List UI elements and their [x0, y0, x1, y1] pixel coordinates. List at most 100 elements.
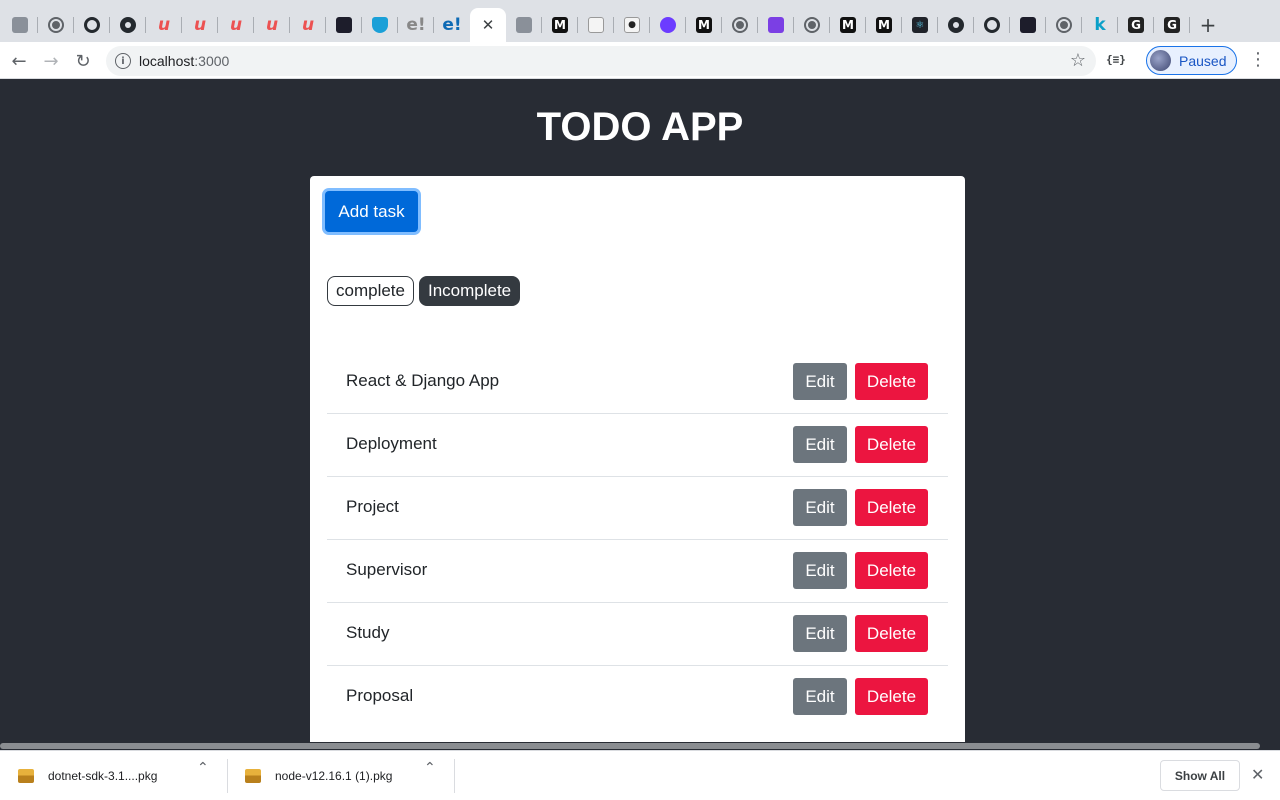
browser-tab[interactable]: u — [182, 8, 218, 42]
back-arrow-icon[interactable]: ← — [7, 49, 31, 73]
delete-button[interactable]: Delete — [855, 363, 928, 400]
filter-complete-button[interactable]: complete — [327, 276, 414, 306]
horizontal-scrollbar[interactable] — [0, 742, 1280, 750]
browser-tab[interactable] — [362, 8, 398, 42]
edit-button[interactable]: Edit — [793, 489, 847, 526]
download-item[interactable]: node-v12.16.1 (1).pkg — [245, 759, 392, 793]
edit-button[interactable]: Edit — [793, 552, 847, 589]
browser-tab[interactable] — [74, 8, 110, 42]
browser-tab[interactable] — [1046, 8, 1082, 42]
github-icon — [948, 17, 964, 33]
url-host: localhost — [139, 53, 195, 69]
profile-button[interactable]: Paused — [1146, 46, 1237, 75]
browser-tab[interactable] — [1010, 8, 1046, 42]
browser-tab[interactable]: k — [1082, 8, 1118, 42]
browser-tab[interactable] — [506, 8, 542, 42]
package-icon — [245, 769, 261, 783]
chevron-up-icon[interactable]: ⌃ — [424, 760, 436, 776]
browser-tab[interactable] — [110, 8, 146, 42]
delete-button[interactable]: Delete — [855, 489, 928, 526]
task-title: Project — [346, 497, 399, 516]
browser-tab[interactable]: u — [218, 8, 254, 42]
browser-tab[interactable]: M — [866, 8, 902, 42]
add-task-button[interactable]: Add task — [325, 191, 418, 232]
browser-tab[interactable]: M — [542, 8, 578, 42]
url-text[interactable]: localhost:3000 — [139, 53, 229, 69]
notebook-icon — [588, 17, 604, 33]
reload-icon[interactable]: ↻ — [71, 49, 95, 73]
scrollbar-thumb[interactable] — [0, 743, 1260, 749]
chevron-up-icon[interactable]: ⌃ — [197, 760, 209, 776]
download-filename: dotnet-sdk-3.1....pkg — [48, 769, 158, 783]
udemy-icon: u — [157, 15, 171, 35]
e-logo-icon: e! — [442, 15, 462, 35]
avatar — [1150, 50, 1171, 71]
task-row: Proposal Edit Delete — [327, 666, 948, 729]
task-title: Proposal — [346, 686, 414, 705]
browser-tab[interactable] — [650, 8, 686, 42]
image-icon — [516, 17, 532, 33]
browser-tab[interactable]: u — [146, 8, 182, 42]
task-row: Study Edit Delete — [327, 603, 948, 666]
browser-tab[interactable] — [974, 8, 1010, 42]
delete-button[interactable]: Delete — [855, 678, 928, 715]
show-all-button[interactable]: Show All — [1160, 760, 1240, 791]
browser-tab[interactable]: ✕ — [470, 8, 506, 42]
browser-tab[interactable] — [38, 8, 74, 42]
download-item[interactable]: dotnet-sdk-3.1....pkg — [18, 759, 157, 793]
edit-button[interactable]: Edit — [793, 615, 847, 652]
browser-tab[interactable] — [794, 8, 830, 42]
browser-tab[interactable]: e! — [398, 8, 434, 42]
browser-tab[interactable] — [938, 8, 974, 42]
site-info-icon[interactable]: i — [115, 53, 131, 69]
browser-tab[interactable]: u — [290, 8, 326, 42]
new-tab-icon[interactable]: + — [1200, 13, 1217, 37]
browser-tab[interactable] — [722, 8, 758, 42]
filter-incomplete-button[interactable]: Incomplete — [418, 276, 521, 306]
browser-tab[interactable]: M — [830, 8, 866, 42]
edit-button[interactable]: Edit — [793, 678, 847, 715]
dot-icon: ● — [624, 17, 640, 33]
task-title: Study — [346, 623, 390, 642]
profile-shield-icon — [12, 17, 28, 33]
browser-tab[interactable]: ⚛ — [902, 8, 938, 42]
task-list: React & Django App Edit Delete Deployment Ed… — [327, 351, 948, 729]
browser-tab[interactable]: e! — [434, 8, 470, 42]
browser-tab[interactable]: u — [254, 8, 290, 42]
new-tab-button[interactable]: + — [1190, 8, 1226, 42]
json-extension-icon[interactable]: {≡} — [1106, 53, 1126, 66]
browser-tab[interactable]: M — [686, 8, 722, 42]
tab-strip: u u u u u e! e! ✕ M ● M M M ⚛ k G G + — [0, 0, 1280, 42]
spiral-icon — [84, 17, 100, 33]
browser-tab[interactable] — [578, 8, 614, 42]
address-bar[interactable]: i localhost:3000 ☆ — [106, 46, 1096, 76]
delete-button[interactable]: Delete — [855, 615, 928, 652]
browser-tab[interactable]: G — [1154, 8, 1190, 42]
close-icon[interactable]: ✕ — [1251, 765, 1264, 784]
download-filename: node-v12.16.1 (1).pkg — [275, 769, 393, 783]
browser-menu-icon[interactable]: ⋮ — [1249, 49, 1267, 70]
udemy-icon: u — [265, 15, 279, 35]
edit-button[interactable]: Edit — [793, 426, 847, 463]
ring-icon — [984, 17, 1000, 33]
delete-button[interactable]: Delete — [855, 552, 928, 589]
url-port: :3000 — [194, 53, 230, 69]
close-tab-icon[interactable]: ✕ — [480, 16, 496, 34]
aws-icon — [336, 17, 352, 33]
profile-status-label: Paused — [1179, 53, 1227, 69]
forward-arrow-icon[interactable]: → — [39, 49, 63, 73]
browser-tab[interactable] — [2, 8, 38, 42]
udemy-icon: u — [229, 15, 243, 35]
browser-tab[interactable]: G — [1118, 8, 1154, 42]
browser-tab[interactable]: ● — [614, 8, 650, 42]
rocket-icon — [768, 17, 784, 33]
globe-icon — [48, 17, 64, 33]
bookmark-star-icon[interactable]: ☆ — [1070, 50, 1086, 71]
browser-tab[interactable] — [758, 8, 794, 42]
task-title: Deployment — [346, 434, 437, 453]
browser-tab[interactable] — [326, 8, 362, 42]
edit-button[interactable]: Edit — [793, 363, 847, 400]
divider — [454, 759, 455, 793]
delete-button[interactable]: Delete — [855, 426, 928, 463]
task-row: Project Edit Delete — [327, 477, 948, 540]
